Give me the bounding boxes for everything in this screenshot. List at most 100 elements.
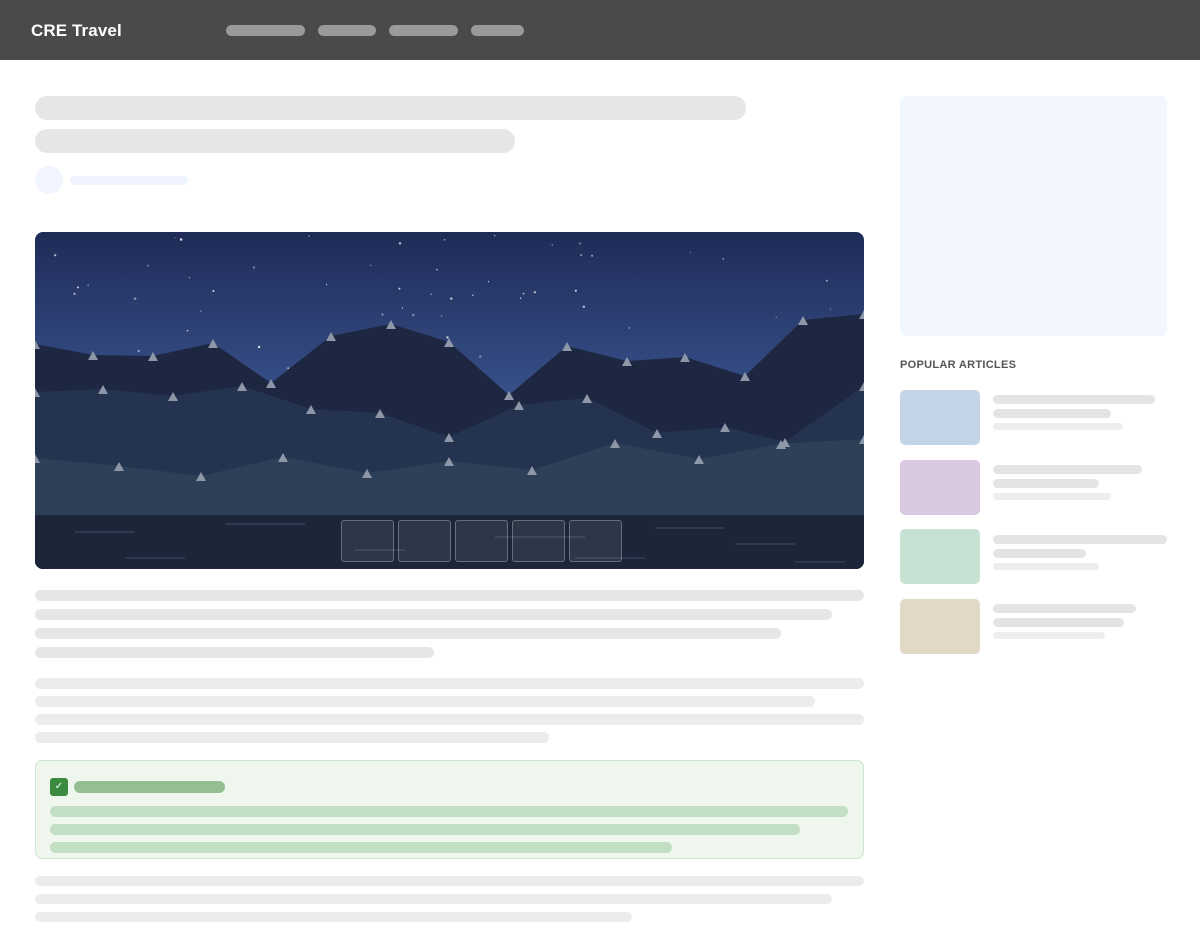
popular-article-meta-line — [993, 563, 1099, 570]
callout-line — [50, 842, 672, 853]
popular-article-meta-line — [993, 423, 1123, 430]
popular-article-meta-line — [993, 493, 1111, 500]
paragraph-line — [35, 678, 864, 689]
author-name-placeholder — [70, 176, 188, 185]
callout-line — [50, 806, 848, 817]
star — [519, 297, 522, 299]
star — [174, 236, 176, 239]
star — [186, 329, 189, 332]
paragraph-line — [35, 714, 864, 725]
star — [446, 336, 449, 339]
author-avatar[interactable] — [35, 166, 63, 194]
star — [574, 289, 577, 292]
paragraph-line — [35, 647, 434, 658]
star — [436, 268, 438, 271]
gallery-thumbnail[interactable] — [398, 520, 451, 562]
star — [522, 292, 525, 295]
popular-article-title-line[interactable] — [993, 535, 1167, 544]
popular-article-thumbnail[interactable] — [900, 529, 980, 584]
star — [443, 239, 446, 241]
gallery-thumbnail[interactable] — [455, 520, 508, 562]
star — [533, 291, 537, 294]
popular-article-thumbnail[interactable] — [900, 599, 980, 654]
nav-link-placeholder[interactable] — [226, 25, 305, 36]
check-icon: ✓ — [50, 778, 68, 796]
gallery-thumbnail[interactable] — [512, 520, 565, 562]
popular-article-thumbnail[interactable] — [900, 460, 980, 515]
star — [200, 310, 202, 313]
star — [76, 286, 79, 289]
paragraph-line — [35, 590, 864, 601]
star — [472, 294, 474, 296]
star — [450, 297, 453, 300]
star — [137, 349, 140, 353]
star — [440, 315, 443, 317]
popular-article-title-line[interactable] — [993, 604, 1136, 613]
paragraph-line — [35, 628, 781, 639]
popular-article-title-line[interactable] — [993, 549, 1086, 558]
nav-link-placeholder[interactable] — [318, 25, 376, 36]
top-nav-bar: CRE Travel — [0, 0, 1200, 60]
article-title-placeholder — [35, 129, 515, 153]
popular-article-title-line[interactable] — [993, 395, 1155, 404]
popular-article-title-line[interactable] — [993, 409, 1111, 418]
paragraph-line — [35, 894, 832, 904]
star — [398, 242, 402, 245]
gallery-thumbnail[interactable] — [341, 520, 394, 562]
popular-article-title-line[interactable] — [993, 465, 1142, 474]
sidebar-ad-placeholder[interactable] — [900, 96, 1167, 336]
star — [493, 234, 496, 237]
star — [308, 235, 310, 237]
star — [582, 305, 586, 309]
star — [252, 266, 256, 269]
nav-link-placeholder[interactable] — [471, 25, 524, 36]
paragraph-line — [35, 732, 549, 743]
star — [212, 289, 215, 293]
star — [401, 307, 404, 309]
hero-image — [35, 232, 864, 569]
star — [73, 292, 76, 295]
tip-callout: ✓ — [35, 760, 864, 859]
callout-line — [50, 824, 800, 835]
star — [369, 264, 372, 267]
star — [257, 345, 261, 349]
star — [689, 251, 692, 254]
paragraph-line — [35, 876, 864, 886]
star — [628, 327, 631, 329]
article-title-placeholder — [35, 96, 746, 120]
paragraph-line — [35, 609, 832, 620]
star — [287, 367, 290, 370]
mountain-night-illustration — [35, 232, 864, 569]
callout-title-placeholder — [74, 781, 225, 793]
nav-link-placeholder[interactable] — [389, 25, 458, 36]
paragraph-line — [35, 696, 815, 707]
star — [479, 355, 482, 358]
star — [146, 264, 149, 267]
star — [325, 283, 328, 286]
star — [381, 313, 384, 316]
star — [398, 287, 401, 290]
star — [580, 254, 583, 257]
popular-articles-heading: POPULAR ARTICLES — [900, 359, 1017, 371]
star — [825, 279, 828, 282]
star — [188, 276, 191, 279]
star — [591, 254, 594, 257]
star — [829, 308, 832, 310]
popular-article-title-line[interactable] — [993, 479, 1099, 488]
site-logo[interactable]: CRE Travel — [31, 20, 122, 42]
star — [722, 257, 725, 260]
paragraph-line — [35, 912, 632, 922]
star — [487, 280, 490, 283]
popular-article-title-line[interactable] — [993, 618, 1124, 627]
popular-article-meta-line — [993, 632, 1105, 639]
star — [87, 284, 89, 287]
star — [179, 238, 183, 241]
popular-article-thumbnail[interactable] — [900, 390, 980, 445]
star — [551, 244, 554, 246]
star — [411, 313, 415, 317]
star — [133, 297, 137, 300]
star — [54, 254, 57, 257]
gallery-thumbnail[interactable] — [569, 520, 622, 562]
star — [775, 316, 777, 318]
star — [579, 242, 581, 245]
